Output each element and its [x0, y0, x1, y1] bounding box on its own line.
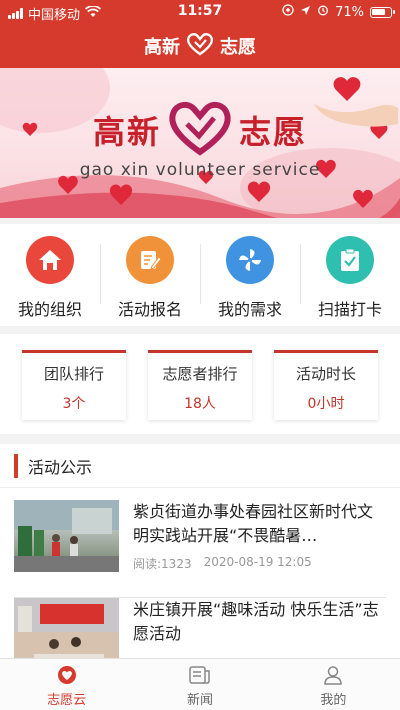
- tab-mine[interactable]: 我的: [267, 659, 400, 710]
- news-reads: 阅读:1323: [133, 557, 192, 571]
- rank-card-value: 3个: [62, 396, 86, 412]
- ranking-cards: 团队排行 3个 志愿者排行 18人 活动时长 0小时: [0, 334, 400, 434]
- signup-edit-icon: [126, 236, 174, 284]
- banner-subtitle: gao xin volunteer service: [79, 160, 321, 180]
- section-header: 活动公示: [0, 444, 400, 488]
- tab-news[interactable]: 新闻: [133, 659, 266, 710]
- tab-label: 我的: [320, 693, 347, 708]
- news-text: 紫贞街道办事处春园社区新时代文明实践站开展“不畏酷暑… 阅读:1323 2020…: [133, 500, 386, 590]
- news-date: 2020-08-19 12:05: [203, 555, 312, 569]
- organization-icon: [26, 236, 74, 284]
- status-bar: 中国移动 11:57 71%: [0, 0, 400, 24]
- list-item[interactable]: 米庄镇开展“趣味活动 快乐生活”志愿活动: [14, 598, 386, 658]
- news-list: 紫贞街道办事处春园社区新时代文明实践站开展“不畏酷暑… 阅读:1323 2020…: [0, 488, 400, 658]
- rank-card-title: 团队排行: [43, 365, 104, 383]
- tab-volunteer-cloud[interactable]: 志愿云: [0, 659, 133, 710]
- news-thumbnail: [14, 598, 119, 658]
- quick-item-label: 活动报名: [117, 300, 182, 319]
- bottom-tab-bar: 志愿云 新闻 我的: [0, 658, 400, 710]
- banner-brand: 高新 志愿: [0, 100, 400, 160]
- section-title: 活动公示: [28, 457, 93, 477]
- header-title-right: 志愿: [220, 37, 256, 58]
- news-text: 米庄镇开展“趣味活动 快乐生活”志愿活动: [133, 598, 386, 658]
- news-meta: 阅读:1323 2020-08-19 12:05: [133, 555, 386, 572]
- quick-menu: 我的组织 活动报名 我的需求 扫描打卡: [0, 224, 400, 326]
- rank-card-value: 0小时: [307, 396, 345, 412]
- rank-card-title: 活动时长: [295, 365, 356, 383]
- news-title: 米庄镇开展“趣味活动 快乐生活”志愿活动: [133, 600, 379, 643]
- section-accent-bar: [14, 453, 18, 478]
- banner-title-left: 高新: [92, 113, 161, 151]
- header-title-left: 高新: [144, 37, 180, 58]
- battery-icon: [370, 6, 395, 18]
- quick-item-scan-checkin[interactable]: 扫描打卡: [300, 224, 400, 326]
- rank-card-title: 志愿者排行: [162, 365, 238, 383]
- tab-label: 新闻: [186, 693, 213, 708]
- volunteer-ranking-card[interactable]: 志愿者排行 18人: [148, 350, 252, 420]
- quick-item-my-organization[interactable]: 我的组织: [0, 224, 100, 326]
- quick-item-label: 我的需求: [217, 300, 282, 319]
- banner-title-right: 志愿: [239, 113, 308, 151]
- quick-item-label: 我的组织: [17, 300, 82, 319]
- status-right: 71%: [282, 4, 395, 20]
- news-title: 紫贞街道办事处春园社区新时代文明实践站开展“不畏酷暑…: [133, 502, 374, 545]
- banner[interactable]: 高新 志愿 gao xin volunteer service: [0, 68, 400, 218]
- activity-hours-card[interactable]: 活动时长 0小时: [274, 350, 378, 420]
- app-header: 高新 志愿: [0, 24, 400, 68]
- pinwheel-icon: [226, 236, 274, 284]
- rank-card-value: 18人: [184, 396, 216, 412]
- banner-heart-logo-icon: [167, 100, 233, 160]
- clipboard-check-icon: [326, 236, 374, 284]
- quick-item-label: 扫描打卡: [317, 300, 382, 319]
- news-thumbnail: [14, 500, 119, 572]
- alarm-icon: [317, 4, 329, 20]
- battery-percent: 71%: [335, 4, 364, 20]
- list-item[interactable]: 紫贞街道办事处春园社区新时代文明实践站开展“不畏酷暑… 阅读:1323 2020…: [14, 500, 386, 598]
- quick-item-my-needs[interactable]: 我的需求: [200, 224, 300, 326]
- user-icon: [323, 665, 343, 685]
- news-icon: [189, 665, 211, 685]
- heart-cloud-icon: [57, 665, 77, 685]
- location-icon: [300, 5, 311, 20]
- tab-label: 志愿云: [47, 693, 87, 708]
- heart-logo-icon: [186, 32, 214, 61]
- quick-item-activity-signup[interactable]: 活动报名: [100, 224, 200, 326]
- team-ranking-card[interactable]: 团队排行 3个: [22, 350, 126, 420]
- screen-lock-icon: [282, 4, 294, 20]
